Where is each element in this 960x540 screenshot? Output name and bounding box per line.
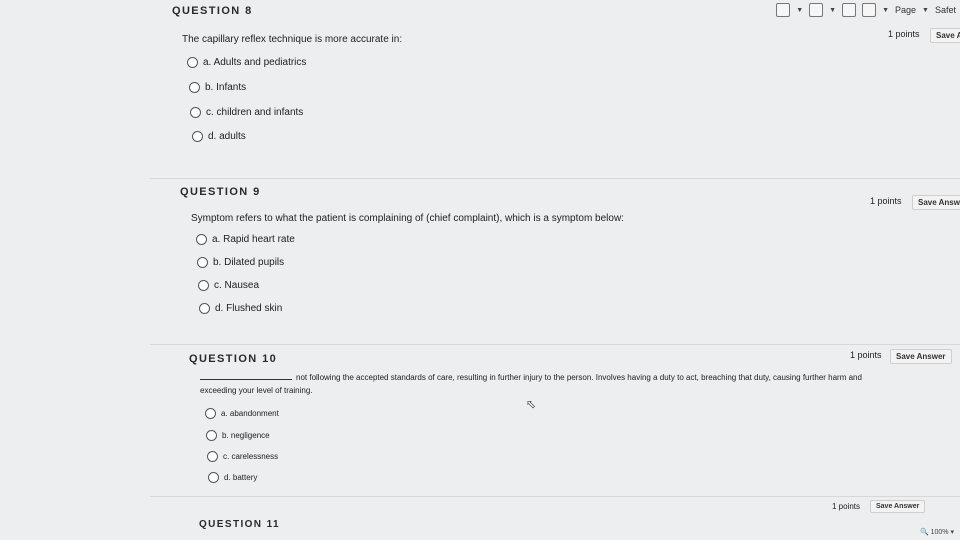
question-10-save-button[interactable]: Save Answer (890, 349, 952, 364)
chevron-down-icon[interactable]: ▼ (796, 7, 803, 14)
safety-menu[interactable]: Safet (935, 5, 956, 15)
question-8-option-a[interactable]: a. Adults and pediatrics (187, 57, 306, 68)
quiz-page: ▼ ▼ ▼ Page ▼ Safet QUESTION 8 1 points S… (0, 0, 960, 540)
feeds-icon[interactable] (809, 3, 824, 17)
question-divider (150, 496, 960, 497)
home-icon[interactable] (776, 3, 791, 17)
question-9-text: Symptom refers to what the patient is co… (191, 213, 624, 224)
question-10-option-d[interactable]: d. battery (208, 472, 257, 483)
mail-icon[interactable] (842, 3, 857, 17)
question-divider (150, 344, 960, 345)
question-11-title: QUESTION 11 (199, 519, 280, 530)
question-8-text: The capillary reflex technique is more a… (182, 34, 403, 45)
question-8-option-b[interactable]: b. Infants (189, 82, 246, 93)
radio-button[interactable] (198, 280, 209, 291)
browser-toolbar: ▼ ▼ ▼ Page ▼ Safet (776, 0, 960, 20)
print-icon[interactable] (862, 3, 877, 17)
question-10-text-line-2: exceeding your level of training. (200, 386, 313, 395)
question-8-save-button[interactable]: Save A (930, 28, 960, 43)
mouse-cursor-icon: ⬁ (526, 397, 537, 411)
question-10-title: QUESTION 10 (189, 353, 278, 365)
question-10-option-c[interactable]: c. carelessness (207, 451, 278, 462)
radio-button[interactable] (189, 82, 200, 93)
radio-button[interactable] (190, 107, 201, 118)
page-menu[interactable]: Page (895, 5, 916, 15)
question-9-option-a[interactable]: a. Rapid heart rate (196, 234, 295, 245)
radio-button[interactable] (205, 408, 216, 419)
fill-in-blank (200, 371, 292, 380)
question-10-option-a[interactable]: a. abandonment (205, 408, 279, 419)
question-9-option-c[interactable]: c. Nausea (198, 280, 259, 291)
question-9-option-b[interactable]: b. Dilated pupils (197, 257, 284, 268)
radio-button[interactable] (208, 472, 219, 483)
question-10-option-b[interactable]: b. negligence (206, 430, 270, 441)
radio-button[interactable] (207, 451, 218, 462)
question-11-points: 1 points (832, 502, 861, 511)
question-8-option-d[interactable]: d. adults (192, 131, 246, 142)
question-9-option-d[interactable]: d. Flushed skin (199, 303, 282, 314)
question-9-points: 1 points (870, 196, 902, 206)
zoom-level[interactable]: 🔍 100% ▾ (920, 528, 954, 536)
question-9-save-button[interactable]: Save Answe (912, 195, 960, 210)
question-9-title: QUESTION 9 (180, 186, 261, 198)
radio-button[interactable] (196, 234, 207, 245)
question-11-save-button[interactable]: Save Answer (870, 500, 926, 513)
question-8-title: QUESTION 8 (172, 5, 253, 17)
question-divider (150, 178, 960, 179)
radio-button[interactable] (197, 257, 208, 268)
question-10-text-line-1: not following the accepted standards of … (200, 371, 862, 382)
chevron-down-icon[interactable]: ▼ (829, 7, 836, 14)
chevron-down-icon[interactable]: ▼ (882, 7, 889, 14)
radio-button[interactable] (192, 131, 203, 142)
radio-button[interactable] (199, 303, 210, 314)
radio-button[interactable] (187, 57, 198, 68)
question-8-points: 1 points (888, 29, 920, 39)
radio-button[interactable] (206, 430, 217, 441)
question-8-option-c[interactable]: c. children and infants (190, 107, 303, 118)
question-10-points: 1 points (850, 350, 882, 360)
chevron-down-icon[interactable]: ▼ (922, 7, 929, 14)
